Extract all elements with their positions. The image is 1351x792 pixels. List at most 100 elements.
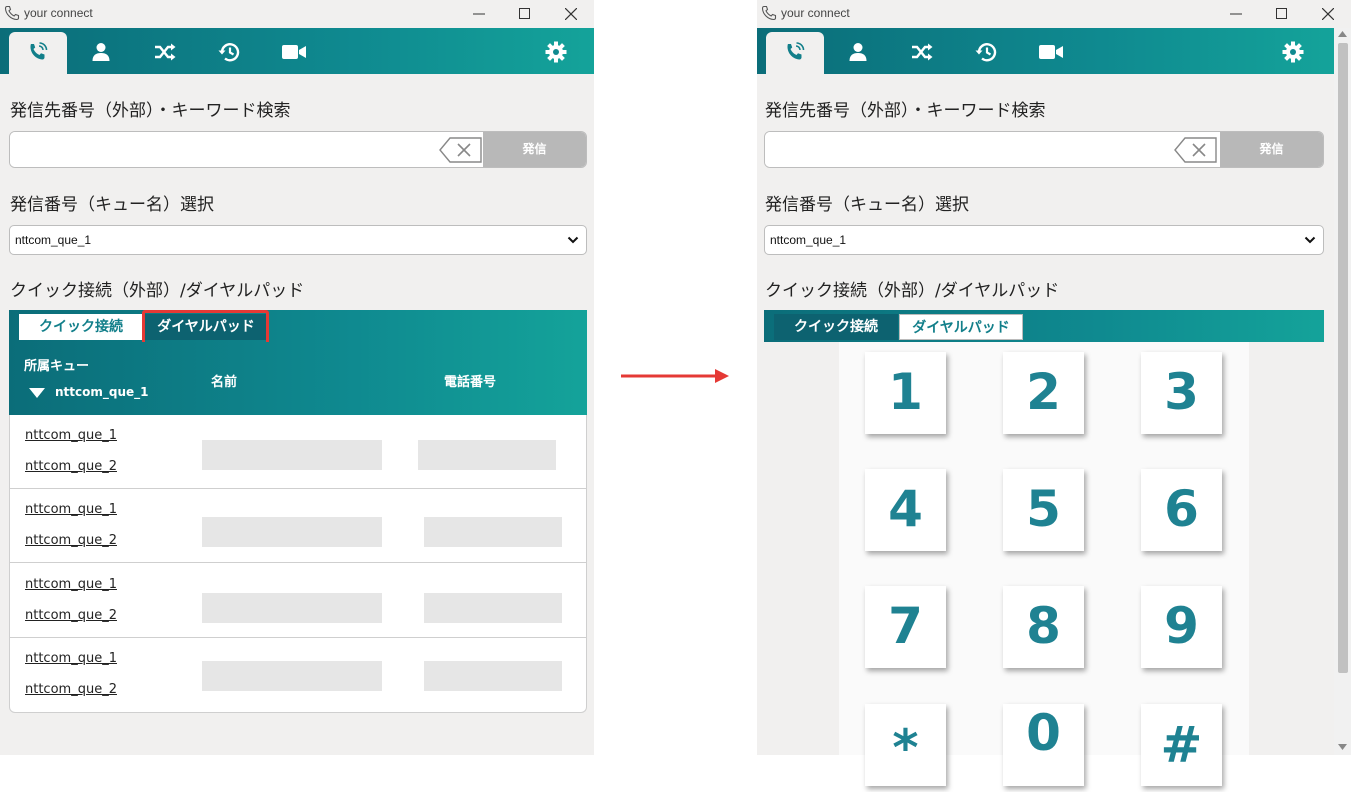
tab-quick-connect[interactable]: クイック接続 xyxy=(774,314,898,340)
transition-arrow-icon xyxy=(621,369,729,383)
settings-icon xyxy=(545,41,567,63)
vertical-scrollbar[interactable] xyxy=(1334,28,1351,755)
search-input[interactable] xyxy=(10,132,440,167)
dial-key-2[interactable]: 2 xyxy=(1003,352,1084,434)
highlight-dialpad-tab xyxy=(142,310,269,346)
scroll-up-arrow-icon[interactable] xyxy=(1338,31,1347,37)
search-field-group: 発信 xyxy=(764,131,1324,168)
queue-link[interactable]: nttcom_que_2 xyxy=(25,533,117,548)
clear-input-icon[interactable] xyxy=(438,136,484,164)
window-title: your connect xyxy=(24,6,93,20)
dial-key-1[interactable]: 1 xyxy=(865,352,946,434)
dial-button[interactable]: 発信 xyxy=(1220,132,1323,167)
name-cell xyxy=(202,661,382,691)
video-icon xyxy=(282,45,306,59)
dial-key-8[interactable]: 8 xyxy=(1003,586,1084,668)
quick-connect-label: クイック接続（外部）/ダイヤルパッド xyxy=(10,281,305,301)
table-row[interactable]: nttcom_que_1 nttcom_que_2 xyxy=(10,415,586,489)
settings-button[interactable] xyxy=(1269,28,1319,74)
search-input[interactable] xyxy=(765,132,1175,167)
history-icon xyxy=(975,43,997,62)
quick-tab-bar: クイック接続 ダイヤルパッド xyxy=(9,310,587,342)
close-button[interactable] xyxy=(1305,0,1351,28)
nav-tab-video[interactable] xyxy=(1025,28,1075,74)
maximize-button[interactable] xyxy=(502,0,548,28)
phone-cell xyxy=(424,661,562,691)
queue-select[interactable]: nttcom_que_1 xyxy=(764,225,1324,255)
tab-quick-connect[interactable]: クイック接続 xyxy=(19,314,143,340)
table-row[interactable]: nttcom_que_1 nttcom_que_2 xyxy=(10,564,586,638)
queue-link[interactable]: nttcom_que_1 xyxy=(25,577,117,592)
quick-table-body: nttcom_que_1 nttcom_que_2 nttcom_que_1 n… xyxy=(9,415,587,713)
search-field-group: 発信 xyxy=(9,131,587,168)
queue-link[interactable]: nttcom_que_2 xyxy=(25,459,117,474)
queue-link[interactable]: nttcom_que_1 xyxy=(25,651,117,666)
settings-button[interactable] xyxy=(532,28,582,74)
quick-connect-label: クイック接続（外部）/ダイヤルパッド xyxy=(765,281,1060,301)
app-phone-icon xyxy=(761,5,777,21)
scroll-down-arrow-icon[interactable] xyxy=(1338,744,1347,750)
column-header-queue: 所属キュー xyxy=(24,359,90,374)
close-button[interactable] xyxy=(548,0,594,28)
title-bar: your connect xyxy=(0,0,594,28)
history-icon xyxy=(218,43,240,62)
main-nav xyxy=(0,28,594,74)
nav-tab-history[interactable] xyxy=(961,28,1011,74)
window-title: your connect xyxy=(781,6,850,20)
dial-key-star[interactable]: * xyxy=(865,704,946,786)
table-row[interactable]: nttcom_que_1 nttcom_que_2 xyxy=(10,489,586,563)
dialpad: 1 2 3 4 5 6 7 8 9 * 0 # xyxy=(839,342,1249,786)
queue-select-label: 発信番号（キュー名）選択 xyxy=(765,195,969,215)
queue-filter-value[interactable]: nttcom_que_1 xyxy=(55,385,149,399)
phone-icon xyxy=(787,42,805,60)
dial-key-hash[interactable]: # xyxy=(1141,704,1222,786)
queue-select-value: nttcom_que_1 xyxy=(15,233,92,247)
clear-input-icon[interactable] xyxy=(1173,136,1219,164)
nav-tab-history[interactable] xyxy=(204,28,254,74)
app-phone-icon xyxy=(4,5,20,21)
nav-tab-phone[interactable] xyxy=(9,32,67,74)
queue-link[interactable]: nttcom_que_1 xyxy=(25,502,117,517)
dial-button[interactable]: 発信 xyxy=(483,132,586,167)
nav-tab-phone[interactable] xyxy=(766,32,824,74)
table-row[interactable]: nttcom_que_1 nttcom_que_2 xyxy=(10,638,586,712)
name-cell xyxy=(202,440,382,470)
quick-table-header: 所属キュー nttcom_que_1 名前 電話番号 xyxy=(9,342,587,415)
dial-key-4[interactable]: 4 xyxy=(865,469,946,551)
video-icon xyxy=(1039,45,1063,59)
contact-icon xyxy=(849,43,867,61)
queue-select-label: 発信番号（キュー名）選択 xyxy=(10,195,214,215)
queue-link[interactable]: nttcom_que_2 xyxy=(25,682,117,697)
dial-key-0[interactable]: 0 xyxy=(1003,704,1084,786)
nav-tab-video[interactable] xyxy=(268,28,318,74)
nav-tab-transfer[interactable] xyxy=(897,28,947,74)
queue-select-value: nttcom_que_1 xyxy=(770,233,847,247)
nav-tab-contacts[interactable] xyxy=(77,28,127,74)
app-window-before: your connect 発信先番号（外部）・キーワード検索 発信 発信番号（キ… xyxy=(0,0,594,755)
dial-key-9[interactable]: 9 xyxy=(1141,586,1222,668)
chevron-down-icon xyxy=(1304,236,1316,244)
phone-icon xyxy=(30,42,48,60)
contact-icon xyxy=(92,43,110,61)
search-label: 発信先番号（外部）・キーワード検索 xyxy=(10,101,291,121)
nav-tab-contacts[interactable] xyxy=(834,28,884,74)
dial-key-7[interactable]: 7 xyxy=(865,586,946,668)
quick-tab-bar: クイック接続 ダイヤルパッド xyxy=(764,310,1324,342)
transfer-icon xyxy=(912,43,933,61)
maximize-button[interactable] xyxy=(1259,0,1305,28)
queue-select[interactable]: nttcom_que_1 xyxy=(9,225,587,255)
dial-key-3[interactable]: 3 xyxy=(1141,352,1222,434)
minimize-button[interactable] xyxy=(1213,0,1259,28)
name-cell xyxy=(202,517,382,547)
dial-key-5[interactable]: 5 xyxy=(1003,469,1084,551)
scrollbar-thumb[interactable] xyxy=(1338,43,1348,673)
minimize-button[interactable] xyxy=(456,0,502,28)
queue-link[interactable]: nttcom_que_2 xyxy=(25,608,117,623)
tab-dialpad[interactable]: ダイヤルパッド xyxy=(899,314,1023,340)
triangle-down-icon[interactable] xyxy=(29,388,45,398)
name-cell xyxy=(202,593,382,623)
dial-key-6[interactable]: 6 xyxy=(1141,469,1222,551)
queue-link[interactable]: nttcom_que_1 xyxy=(25,428,117,443)
chevron-down-icon xyxy=(567,236,579,244)
nav-tab-transfer[interactable] xyxy=(140,28,190,74)
